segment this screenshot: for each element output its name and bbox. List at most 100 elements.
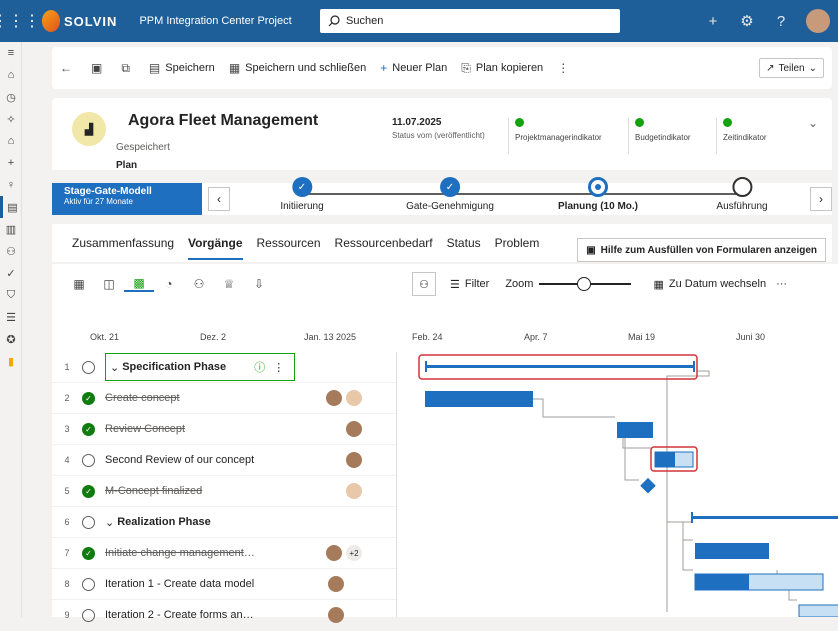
chart-view-icon[interactable]: ◔ bbox=[154, 277, 184, 291]
stage-gate-approval[interactable]: ✓ Gate-Genehmigung bbox=[406, 177, 494, 212]
task-name[interactable]: Iteration 1 - Create data model bbox=[105, 578, 255, 590]
task-name[interactable]: Review Concept bbox=[105, 423, 255, 435]
chart-icon[interactable]: ▮ bbox=[0, 350, 22, 372]
chevron-down-icon: ⌄ bbox=[808, 62, 817, 74]
task-row[interactable]: 8 Iteration 1 - Create data model bbox=[52, 569, 396, 600]
save-close-icon: ▦ bbox=[228, 61, 241, 75]
house-icon[interactable]: ⌂ bbox=[0, 130, 22, 152]
task-checkbox[interactable] bbox=[82, 360, 95, 374]
task-checkbox[interactable] bbox=[82, 577, 95, 591]
assignees bbox=[346, 483, 366, 499]
task-name-cell[interactable]: ⌄ Specification Phase ⓘ ⋮ bbox=[105, 353, 295, 381]
task-checkbox[interactable]: ✓ bbox=[82, 546, 95, 560]
home-icon[interactable]: ⌂ bbox=[0, 64, 22, 86]
user-avatar[interactable] bbox=[806, 9, 830, 33]
ideas-icon[interactable]: ✪ bbox=[0, 328, 22, 350]
stage-next-button[interactable]: › bbox=[810, 187, 832, 211]
filter-icon[interactable]: ☰ bbox=[450, 278, 460, 291]
stage-prev-button[interactable]: ‹ bbox=[208, 187, 230, 211]
grid-view-icon[interactable]: ▦ bbox=[64, 277, 94, 291]
plan-icon[interactable]: ▤ bbox=[0, 196, 22, 218]
check-icon: ✓ bbox=[291, 177, 312, 197]
task-row[interactable]: 5 ✓ M-Concept finalized bbox=[52, 476, 396, 507]
list-icon[interactable]: ☰ bbox=[0, 306, 22, 328]
expand-header-icon[interactable]: ⌄ bbox=[808, 116, 818, 130]
goal-view-icon[interactable]: ♕ bbox=[214, 277, 244, 291]
tab-problem[interactable]: Problem bbox=[495, 224, 540, 262]
row-number: 4 bbox=[64, 455, 70, 465]
app-title[interactable]: PPM Integration Center Project bbox=[139, 15, 291, 27]
check-icon[interactable]: ✓ bbox=[0, 262, 22, 284]
more-assignees-badge[interactable]: +2 bbox=[346, 545, 362, 561]
tab-status[interactable]: Status bbox=[447, 224, 481, 262]
gear-icon[interactable]: ⚙ bbox=[730, 12, 764, 30]
hamburger-icon[interactable]: ≡ bbox=[0, 42, 22, 64]
task-name[interactable]: Iteration 2 - Create forms and vie... bbox=[105, 609, 255, 621]
task-row[interactable]: 4 Second Review of our concept bbox=[52, 445, 396, 476]
open-new-window-button[interactable]: ⧉ bbox=[121, 61, 135, 76]
task-checkbox[interactable]: ✓ bbox=[82, 484, 95, 498]
org-icon[interactable]: ⚇ bbox=[0, 240, 22, 262]
copy-plan-button[interactable]: ⎘ Plan kopieren bbox=[461, 61, 543, 76]
export-view-icon[interactable]: ⇩ bbox=[244, 277, 274, 291]
pin-icon[interactable]: ✧ bbox=[0, 108, 22, 130]
zoom-slider[interactable] bbox=[539, 277, 632, 291]
task-checkbox[interactable] bbox=[82, 515, 95, 529]
plus-icon[interactable]: + bbox=[696, 13, 730, 30]
task-name[interactable]: Create concept bbox=[105, 392, 255, 404]
collapse-icon[interactable]: ⌄ bbox=[105, 516, 114, 529]
goto-date-button[interactable]: Zu Datum wechseln bbox=[669, 278, 766, 290]
task-checkbox[interactable]: ✓ bbox=[82, 391, 95, 405]
save-button[interactable]: ▤ Speichern bbox=[149, 61, 215, 75]
stage-planning[interactable]: Planung (10 Mo.) bbox=[558, 177, 638, 212]
task-row[interactable]: 7 ✓ Initiate change management stra... +… bbox=[52, 538, 396, 569]
back-button[interactable]: ← bbox=[60, 61, 77, 75]
search-box[interactable]: Suchen bbox=[320, 9, 620, 33]
task-name[interactable]: Realization Phase bbox=[117, 516, 267, 528]
task-row[interactable]: 3 ✓ Review Concept bbox=[52, 414, 396, 445]
assign-people-button[interactable]: ⚇ bbox=[412, 272, 436, 296]
tab-summary[interactable]: Zusammenfassung bbox=[72, 224, 174, 262]
task-row[interactable]: 2 ✓ Create concept bbox=[52, 383, 396, 414]
recent-icon[interactable]: ◷ bbox=[0, 86, 22, 108]
task-name[interactable]: M-Concept finalized bbox=[105, 485, 255, 497]
task-name[interactable]: Initiate change management stra... bbox=[105, 547, 255, 559]
stage-model[interactable]: Stage-Gate-Modell Aktiv für 27 Monate bbox=[52, 183, 202, 215]
more-icon[interactable]: ⋮ bbox=[273, 361, 284, 374]
help-icon[interactable]: ? bbox=[764, 13, 798, 30]
indicator-time: Zeitindikator bbox=[716, 118, 767, 154]
more-icon[interactable]: ··· bbox=[776, 278, 787, 290]
task-row[interactable]: 1 ⌄ Specification Phase ⓘ ⋮ bbox=[52, 352, 396, 383]
save-close-button[interactable]: ▦ Speichern und schließen bbox=[229, 61, 366, 75]
add-icon[interactable]: + bbox=[0, 152, 22, 174]
zoom-slider-thumb[interactable] bbox=[577, 277, 592, 291]
task-row[interactable]: 9 Iteration 2 - Create forms and vie... bbox=[52, 600, 396, 631]
filter-button[interactable]: Filter bbox=[465, 278, 489, 290]
tab-resources[interactable]: Ressourcen bbox=[257, 224, 321, 262]
board-icon[interactable]: ▥ bbox=[0, 218, 22, 240]
gantt-view-icon[interactable]: ▩ bbox=[124, 276, 154, 292]
task-checkbox[interactable] bbox=[82, 453, 95, 467]
collapse-icon[interactable]: ⌄ bbox=[110, 361, 119, 374]
task-row[interactable]: 6 ⌄ Realization Phase bbox=[52, 507, 396, 538]
info-icon[interactable]: ⓘ bbox=[254, 359, 265, 375]
people-view-icon[interactable]: ⚇ bbox=[184, 277, 214, 291]
project-header: ▟ Agora Fleet Management Gespeichert Pla… bbox=[52, 98, 832, 171]
stage-execution[interactable]: Ausführung bbox=[716, 177, 768, 212]
task-checkbox[interactable]: ✓ bbox=[82, 422, 95, 436]
share-button[interactable]: ↗ Teilen ⌄ bbox=[759, 58, 824, 78]
stage-initiation[interactable]: ✓ Initiierung bbox=[280, 177, 324, 212]
shield-icon[interactable]: ⛉ bbox=[0, 284, 22, 306]
tab-resource-demand[interactable]: Ressourcenbedarf bbox=[335, 224, 433, 262]
board-view-icon[interactable]: ◫ bbox=[94, 277, 124, 291]
form-icon-button[interactable]: ▣ bbox=[91, 61, 107, 75]
tab-tasks[interactable]: Vorgänge bbox=[188, 224, 243, 262]
form-help-button[interactable]: ▣ Hilfe zum Ausfüllen von Formularen anze… bbox=[577, 238, 826, 262]
app-launcher-icon[interactable]: ⋮⋮⋮ bbox=[0, 0, 40, 42]
new-plan-button[interactable]: + Neuer Plan bbox=[380, 61, 447, 75]
lightbulb-icon[interactable]: ♀ bbox=[0, 174, 22, 196]
calendar-icon[interactable]: ▦ bbox=[653, 278, 663, 291]
more-commands-button[interactable]: ⋮ bbox=[557, 61, 574, 75]
task-checkbox[interactable] bbox=[82, 608, 95, 622]
task-name[interactable]: Second Review of our concept bbox=[105, 454, 255, 466]
